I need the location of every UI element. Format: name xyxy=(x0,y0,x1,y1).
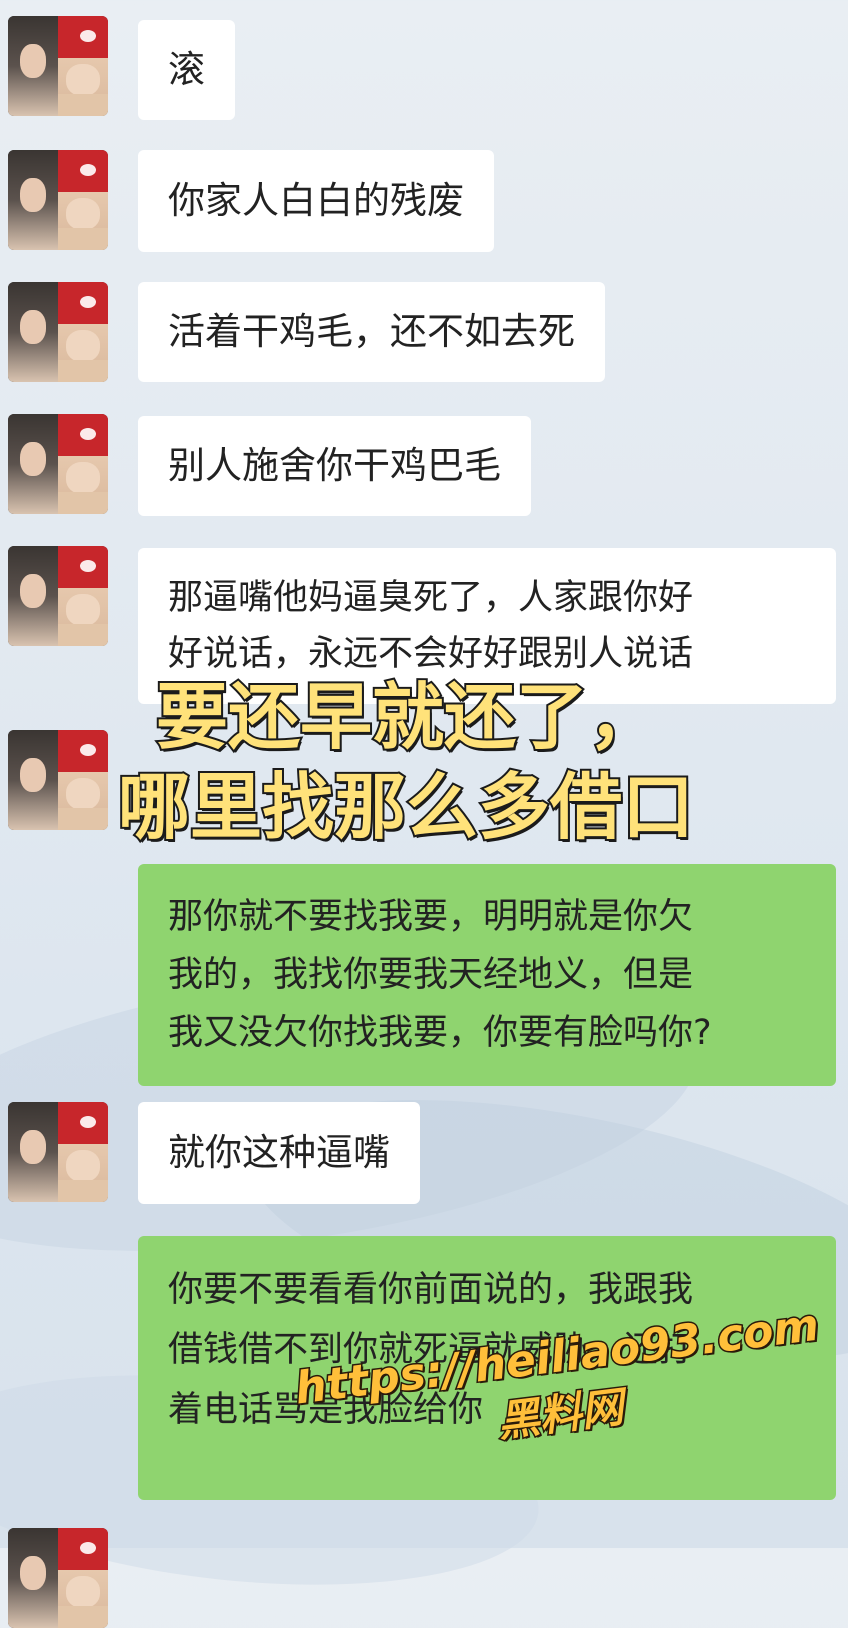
contact-avatar[interactable] xyxy=(8,282,108,382)
incoming-message-bubble[interactable]: 滚 xyxy=(138,20,235,120)
contact-avatar[interactable] xyxy=(8,414,108,514)
caption-line: 哪里找那么多借口 xyxy=(116,763,696,851)
outgoing-message-bubble[interactable]: 那你就不要找我要，明明就是你欠 我的，我找你要我天经地义，但是 我又没欠你找我要… xyxy=(138,864,836,1086)
incoming-message-bubble[interactable]: 你家人白白的残废 xyxy=(138,150,494,252)
incoming-message-bubble[interactable]: 别人施舍你干鸡巴毛 xyxy=(138,416,531,516)
video-caption-overlay: 要还早就还了， 哪里找那么多借口 xyxy=(116,672,758,852)
incoming-message-bubble[interactable]: 就你这种逼嘴 xyxy=(138,1102,420,1204)
contact-avatar[interactable] xyxy=(8,730,108,830)
incoming-message-bubble[interactable]: 活着干鸡毛，还不如去死 xyxy=(138,282,605,382)
contact-avatar[interactable] xyxy=(8,150,108,250)
contact-avatar[interactable] xyxy=(8,546,108,646)
contact-avatar[interactable] xyxy=(8,1528,108,1628)
contact-avatar[interactable] xyxy=(8,1102,108,1202)
contact-avatar[interactable] xyxy=(8,16,108,116)
caption-line: 要还早就还了， xyxy=(154,673,662,761)
